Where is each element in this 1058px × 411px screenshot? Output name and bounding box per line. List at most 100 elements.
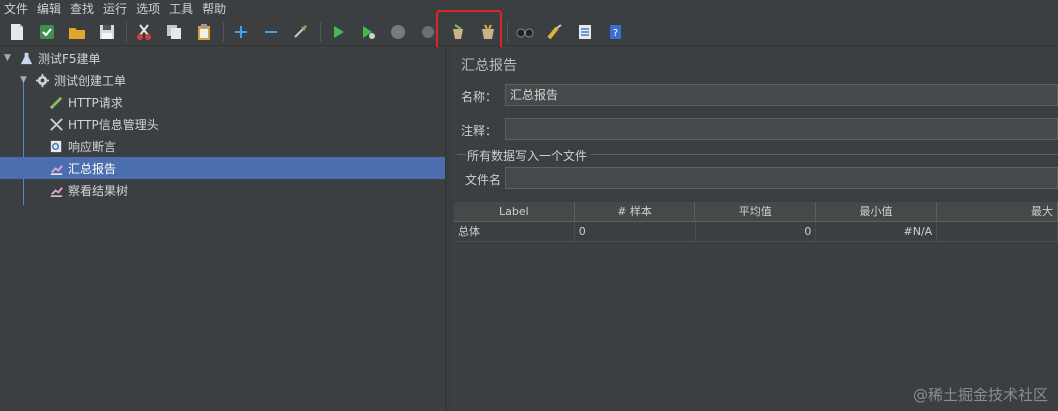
reset-search-button[interactable]	[544, 21, 566, 43]
tree-item-test-plan[interactable]: ▼ 测试F5建单	[4, 47, 445, 69]
chart-icon	[48, 182, 64, 198]
tree-guide-line	[23, 77, 24, 205]
table-cell: #N/A	[816, 222, 938, 241]
tree-item-http-header-manager[interactable]: HTTP信息管理头	[48, 113, 445, 135]
menu-file[interactable]: 文件	[4, 0, 28, 18]
tree-item-label: 测试创建工单	[54, 73, 127, 88]
table-cell: 0	[575, 222, 696, 241]
name-field[interactable]: 汇总报告	[505, 84, 1058, 106]
chevron-down-icon[interactable]: ▼	[4, 53, 14, 63]
svg-text:?: ?	[613, 28, 618, 39]
menu-options[interactable]: 选项	[136, 0, 160, 18]
table-cell: 总体	[454, 222, 575, 241]
gear-icon	[34, 72, 50, 88]
tree-item-aggregate-report[interactable]: 汇总报告	[0, 157, 445, 179]
start-no-pause-button[interactable]	[357, 21, 379, 43]
toggle-icon	[294, 24, 307, 38]
tree-item-label: 响应断言	[68, 139, 117, 154]
stop-button[interactable]	[387, 21, 409, 43]
tree-item-view-results-tree[interactable]: 察看结果树	[48, 179, 445, 201]
function-helper-button[interactable]	[574, 21, 596, 43]
page-title: 汇总报告	[461, 58, 517, 74]
save-icon	[100, 24, 114, 39]
copy-button[interactable]	[163, 21, 185, 43]
menu-bar: 文件 编辑 查找 运行 选项 工具 帮助	[0, 0, 1058, 18]
clear-icon	[453, 23, 463, 39]
column-header[interactable]: Label	[454, 202, 575, 221]
table-row[interactable]: 总体 0 0 #N/A	[454, 222, 1058, 242]
cut-button[interactable]	[133, 21, 155, 43]
menu-help[interactable]: 帮助	[202, 0, 226, 18]
column-header[interactable]: 最小值	[816, 202, 937, 221]
comment-label: 注释：	[461, 124, 498, 138]
tree-item-http-request[interactable]: HTTP请求	[48, 91, 445, 113]
menu-tools[interactable]: 工具	[169, 0, 193, 18]
search-icon	[516, 28, 534, 37]
table-cell	[937, 222, 1058, 241]
new-icon	[11, 23, 23, 40]
shutdown-button[interactable]	[417, 21, 439, 43]
templates-icon	[40, 24, 54, 39]
name-label: 名称：	[461, 90, 498, 104]
open-button[interactable]	[66, 21, 88, 43]
menu-edit[interactable]: 编辑	[37, 0, 61, 18]
collapse-button[interactable]	[260, 21, 282, 43]
wrench-icon	[48, 116, 64, 132]
results-table: Label # 样本 平均值 最小值 最大 总体 0 0 #N/A	[454, 202, 1058, 242]
toolbar-separator	[126, 21, 127, 42]
collapse-icon	[265, 30, 277, 33]
start-no-pause-icon	[363, 25, 375, 39]
toolbar-separator	[320, 21, 321, 42]
tree-item-thread-group[interactable]: ▼ 测试创建工单	[20, 69, 445, 91]
stop-icon	[391, 24, 405, 39]
chevron-down-icon[interactable]: ▼	[20, 75, 30, 85]
flask-icon	[18, 50, 34, 66]
tree-item-label: HTTP请求	[68, 95, 123, 110]
paste-button[interactable]	[193, 21, 215, 43]
magnifier-icon	[48, 138, 64, 154]
column-header[interactable]: 最大	[937, 202, 1058, 221]
clear-all-button[interactable]	[477, 21, 499, 43]
chart-icon	[48, 160, 64, 176]
toolbar-separator	[223, 21, 224, 42]
copy-icon	[167, 24, 181, 39]
search-button[interactable]	[514, 21, 536, 43]
start-icon	[334, 25, 344, 38]
expand-button[interactable]	[230, 21, 252, 43]
clear-button[interactable]	[447, 21, 469, 43]
aggregate-report-panel: 汇总报告 名称： 汇总报告 注释： 所有数据写入一个文件 文件名 Label #…	[451, 47, 1058, 411]
table-header: Label # 样本 平均值 最小值 最大	[454, 202, 1058, 222]
column-header[interactable]: 平均值	[695, 202, 817, 221]
menu-run[interactable]: 运行	[103, 0, 127, 18]
start-button[interactable]	[327, 21, 349, 43]
shutdown-icon	[422, 25, 434, 38]
paste-icon	[198, 23, 210, 40]
table-cell: 0	[696, 222, 817, 241]
comment-field[interactable]	[505, 118, 1058, 140]
expand-icon	[235, 25, 247, 38]
tree-item-label: 察看结果树	[68, 183, 129, 198]
watermark: @稀土掘金技术社区	[912, 386, 1048, 404]
tree-item-label: 测试F5建单	[38, 51, 101, 66]
filename-field[interactable]	[505, 167, 1058, 189]
help-icon: ?	[610, 24, 621, 39]
cut-icon	[137, 23, 151, 40]
menu-search[interactable]: 查找	[70, 0, 94, 18]
toolbar: ?	[0, 18, 1058, 46]
tree-item-label: HTTP信息管理头	[68, 117, 159, 132]
toolbar-separator	[507, 21, 508, 42]
pen-icon	[48, 94, 64, 110]
templates-button[interactable]	[36, 21, 58, 43]
save-button[interactable]	[96, 21, 118, 43]
new-button[interactable]	[6, 21, 28, 43]
clear-all-icon	[482, 24, 494, 39]
group-title: 所有数据写入一个文件	[467, 147, 592, 164]
tree-panel: ▼ 测试F5建单 ▼ 测试创建工单 HTTP请求 HTTP信息管理头 响应断言 …	[0, 47, 445, 411]
column-header[interactable]: # 样本	[575, 202, 696, 221]
reset-search-icon	[547, 23, 562, 39]
toggle-button[interactable]	[290, 21, 312, 43]
tree-item-response-assertion[interactable]: 响应断言	[48, 135, 445, 157]
function-helper-icon	[579, 24, 591, 39]
help-button[interactable]: ?	[604, 21, 626, 43]
open-icon	[69, 27, 85, 39]
